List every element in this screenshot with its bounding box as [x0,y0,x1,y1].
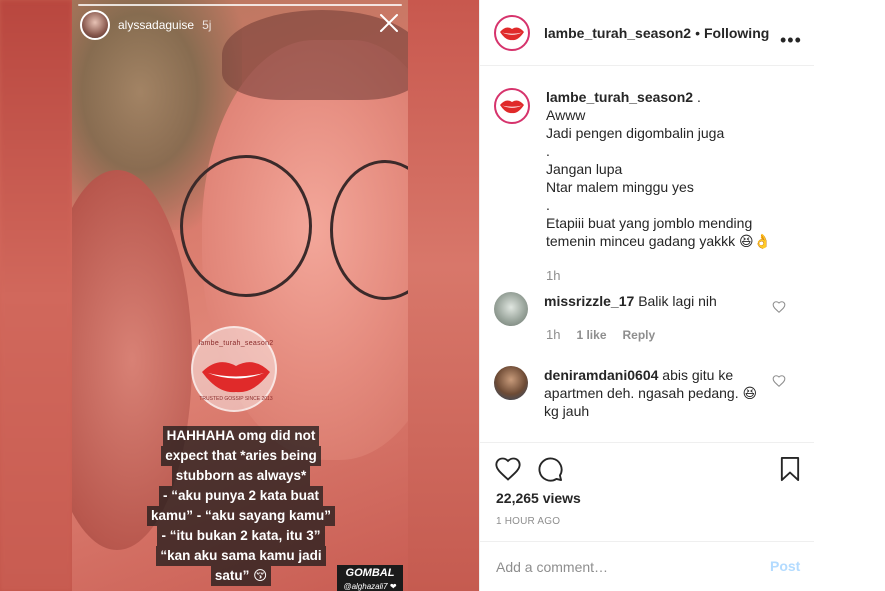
caption-line: Ntar malem minggu yes [546,179,694,195]
view-count[interactable]: 22,265 views [496,490,581,506]
more-options-icon[interactable]: ••• [780,30,802,51]
close-icon[interactable] [378,12,400,34]
watermark-bottom-text: TRUSTED GOSSIP SINCE 2013 [199,396,273,402]
heart-icon[interactable] [772,300,786,314]
caption-line: HAHHAHA omg did not [162,426,320,446]
story-header: alyssadaguise 5j [80,10,211,40]
comment-input[interactable] [496,556,746,578]
story-caption: HAHHAHA omg did not expect that *aries b… [116,426,366,586]
caption-author-avatar[interactable] [494,88,530,124]
gombal-sticker: GOMBAL @alghazali7 ❤ [337,565,403,591]
post-header: lambe_turah_season2 • Following ••• [480,0,815,66]
comment-bubble-icon[interactable] [536,455,564,483]
commenter-avatar[interactable] [494,292,528,326]
story-avatar [80,10,110,40]
page-margin [814,0,885,591]
post-caption: lambe_turah_season2 . Awww Jadi pengen d… [494,88,796,250]
glasses-left-lens [180,155,312,297]
media-blur-left [0,0,72,591]
following-button[interactable]: Following [704,25,769,41]
heart-icon[interactable] [772,374,786,388]
caption-body: lambe_turah_season2 . Awww Jadi pengen d… [546,88,796,250]
caption-line: Jangan lupa [546,161,623,177]
commenter-avatar[interactable] [494,366,528,400]
bookmark-icon[interactable] [776,455,804,483]
lips-icon [202,362,270,393]
caption-line: “kan aku sama kamu jadi [156,546,326,566]
caption-line: Jadi pengen digombalin juga [546,125,725,141]
watermark-logo: lambe_turah_season2 TRUSTED GOSSIP SINCE… [191,326,277,412]
add-comment-bar: Post [480,541,815,591]
comment-time[interactable]: 1h [546,327,560,342]
caption-line: . [546,197,550,213]
post-timestamp[interactable]: 1 HOUR AGO [496,516,560,527]
comment-likes[interactable]: 1 like [576,328,606,342]
comment-item: missrizzle_17 Balik lagi nih [494,292,772,326]
comment-body: missrizzle_17 Balik lagi nih [544,292,772,326]
caption-line: expect that *aries being [161,446,321,466]
comment-text: Balik lagi nih [638,293,717,309]
caption-line: stubborn as always* [171,466,311,486]
like-heart-icon[interactable] [494,455,522,483]
caption-line: Awww [546,107,586,123]
caption-line: satu” 😚 [210,566,272,586]
caption-line: . [546,143,550,159]
gombal-subtext: @alghazali7 ❤ [343,582,397,591]
caption-line: - “aku punya 2 kata buat [158,486,324,506]
lips-icon [500,27,524,40]
comment-username[interactable]: missrizzle_17 [544,293,634,309]
comment-item: deniramdani0604 abis gitu ke apartmen de… [494,366,772,420]
author-avatar[interactable] [494,14,530,51]
story-time: 5j [202,18,212,32]
caption-username[interactable]: lambe_turah_season2 [546,89,693,105]
lips-icon [500,100,524,114]
comment-body: deniramdani0604 abis gitu ke apartmen de… [544,366,772,420]
header-separator: • [695,24,700,41]
caption-line: . [696,89,701,105]
caption-line: Etapiii buat yang jomblo mending [546,215,753,231]
comments-section[interactable]: lambe_turah_season2 . Awww Jadi pengen d… [480,66,815,442]
gombal-text: GOMBAL [345,567,395,579]
caption-timestamp[interactable]: 1h [546,268,560,283]
post-comment-button[interactable]: Post [770,558,800,574]
comment-username[interactable]: deniramdani0604 [544,367,658,383]
author-username[interactable]: lambe_turah_season2 [544,25,691,41]
caption-line: - “itu bukan 2 kata, itu 3” [157,526,325,546]
comment-meta: 1h 1 like Reply [546,327,655,342]
post-media[interactable]: alyssadaguise 5j lambe_turah_season2 TRU… [0,0,479,591]
media-blur-right [408,0,479,591]
watermark-top-text: lambe_turah_season2 [198,340,274,347]
story-username: alyssadaguise [118,18,195,32]
story-progress-bar [78,4,402,6]
caption-line: kamu” - “aku sayang kamu” [146,506,336,526]
post-side-panel: lambe_turah_season2 • Following ••• lamb… [479,0,815,591]
post-actions: 22,265 views 1 HOUR AGO [480,442,815,542]
caption-line: temenin minceu gadang yakkk 😆👌 [546,233,772,249]
reply-button[interactable]: Reply [623,328,656,342]
